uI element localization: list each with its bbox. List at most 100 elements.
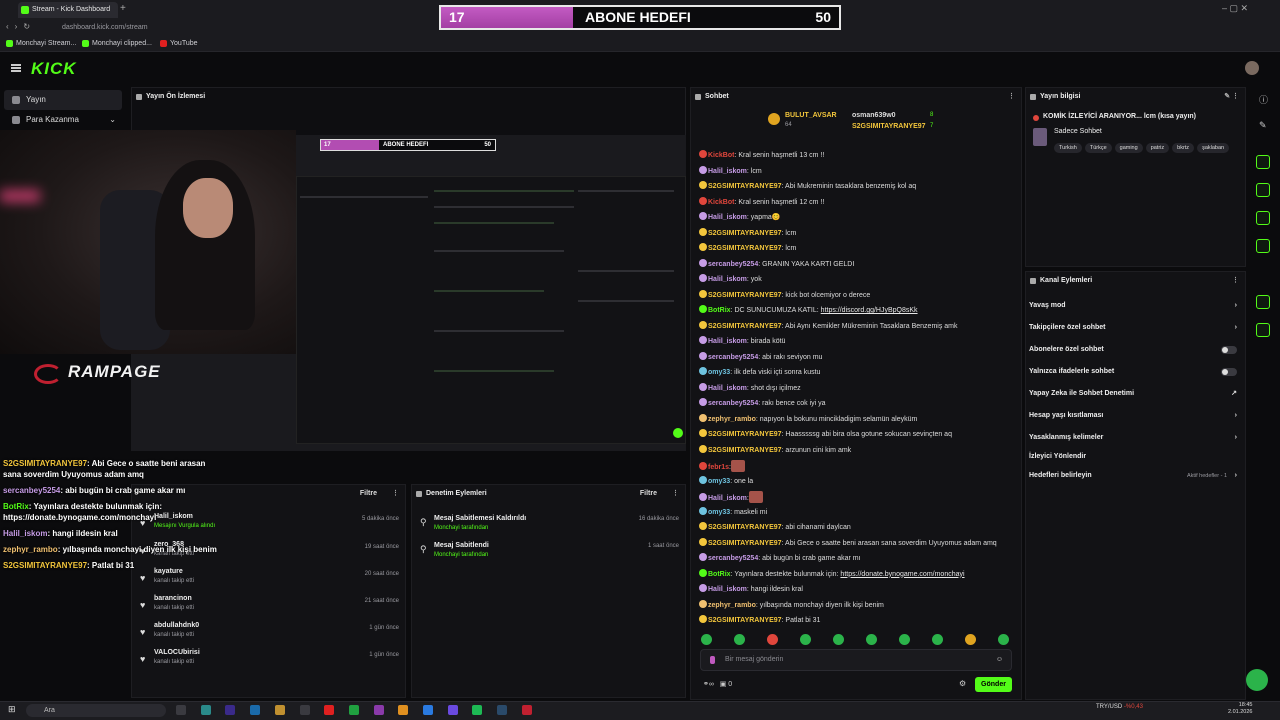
rail-button-chat[interactable] bbox=[1256, 239, 1270, 253]
rail-button-phone[interactable] bbox=[1256, 211, 1270, 225]
chat-username[interactable]: Halil_iskom bbox=[708, 168, 747, 175]
chat-username[interactable]: S2GSIMITAYRANYE97 bbox=[708, 183, 782, 190]
chat-username[interactable]: S2GSIMITAYRANYE97 bbox=[708, 323, 782, 330]
chat-username[interactable]: BotRix bbox=[708, 307, 731, 314]
nav-arrows-icon[interactable]: ‹›↻ bbox=[6, 22, 36, 31]
emote-icon[interactable] bbox=[899, 634, 910, 645]
channel-action-item[interactable]: Yapay Zeka ile Sohbet Denetimi ↗ bbox=[1029, 389, 1241, 399]
channel-action-item[interactable]: İzleyici Yönlendir bbox=[1029, 452, 1241, 462]
emoji-icon[interactable]: ☺ bbox=[996, 650, 1003, 670]
taskbar-clock[interactable]: 18:45 2.01.2026 bbox=[1228, 702, 1252, 716]
taskbar-app-icon[interactable] bbox=[274, 705, 285, 715]
filter-button[interactable]: Filtre bbox=[640, 485, 657, 503]
url-input[interactable]: dashboard.kick.com/stream bbox=[62, 22, 148, 34]
chat-username[interactable]: zephyr_rambo bbox=[708, 416, 756, 423]
sidebar-item-para-kazanma[interactable]: Para Kazanma ⌄ bbox=[4, 110, 122, 130]
chat-link[interactable]: https://donate.bynogame.com/monchayi bbox=[840, 571, 964, 578]
toggle-switch[interactable] bbox=[1221, 368, 1237, 376]
rail-button-bolt[interactable] bbox=[1256, 183, 1270, 197]
taskbar-app-icon[interactable] bbox=[324, 705, 335, 715]
emote-icon[interactable] bbox=[734, 634, 745, 645]
chat-username[interactable]: Halil_iskom bbox=[708, 214, 747, 221]
chat-username[interactable]: S2GSIMITAYRANYE97 bbox=[708, 431, 782, 438]
more-icon[interactable]: ⋮ bbox=[392, 485, 399, 503]
bookmark-item[interactable]: Monchayi clipped... bbox=[82, 40, 152, 48]
emote-icon[interactable] bbox=[833, 634, 844, 645]
browser-tab[interactable]: Stream - Kick Dashboard bbox=[18, 2, 118, 18]
rail-button-clip[interactable] bbox=[1256, 155, 1270, 169]
chat-username[interactable]: sercanbey5254 bbox=[708, 555, 758, 562]
more-icon[interactable]: ✎ ⋮ bbox=[1224, 88, 1239, 106]
emote-icon[interactable] bbox=[998, 634, 1009, 645]
taskbar-app-icon[interactable] bbox=[225, 705, 236, 715]
edit-icon[interactable]: ✎ bbox=[1259, 120, 1267, 131]
chat-username[interactable]: BotRix bbox=[708, 571, 731, 578]
chat-input[interactable]: Bir mesaj gönderin ☺ bbox=[700, 649, 1012, 671]
more-icon[interactable]: ⋮ bbox=[672, 485, 679, 503]
emote-icon[interactable] bbox=[800, 634, 811, 645]
taskbar-app-icon[interactable] bbox=[176, 705, 186, 715]
taskbar-app-icon[interactable] bbox=[348, 705, 359, 715]
emote-icon[interactable] bbox=[767, 634, 778, 645]
avatar[interactable] bbox=[1245, 61, 1259, 75]
send-button[interactable]: Gönder bbox=[975, 677, 1012, 692]
rail-button-tools[interactable] bbox=[1256, 323, 1270, 337]
bookmark-item[interactable]: YouTube bbox=[160, 40, 198, 48]
taskbar-search[interactable]: Ara bbox=[26, 704, 166, 717]
taskbar-app-icon[interactable] bbox=[497, 705, 508, 715]
taskbar-app-icon[interactable] bbox=[373, 705, 384, 715]
chat-username[interactable]: zephyr_rambo bbox=[708, 602, 756, 609]
chat-username[interactable]: sercanbey5254 bbox=[708, 400, 758, 407]
new-tab-button[interactable]: + bbox=[120, 3, 126, 14]
channel-action-item[interactable]: Hedefleri belirleyin › Aktif hedefler - 1 bbox=[1029, 471, 1241, 481]
chat-username[interactable]: KickBot bbox=[708, 199, 734, 206]
chat-username[interactable]: Halil_iskom bbox=[708, 586, 747, 593]
emote-icon[interactable] bbox=[965, 634, 976, 645]
channel-action-item[interactable]: Hesap yaşı kısıtlaması › bbox=[1029, 411, 1241, 421]
chat-username[interactable]: S2GSIMITAYRANYE97 bbox=[708, 292, 782, 299]
taskbar-app-icon[interactable] bbox=[200, 705, 211, 715]
chat-link[interactable]: https://discord.gg/HJyBpQ8sKk bbox=[821, 307, 918, 314]
windows-start-icon[interactable]: ⊞ bbox=[8, 704, 16, 715]
channel-action-item[interactable]: Takipçilere özel sohbet › bbox=[1029, 323, 1241, 333]
channel-action-item[interactable]: Abonelere özel sohbet bbox=[1029, 345, 1241, 355]
chat-username[interactable]: sercanbey5254 bbox=[708, 261, 758, 268]
rail-button-card[interactable] bbox=[1256, 295, 1270, 309]
taskbar-app-icon[interactable] bbox=[250, 705, 261, 715]
chat-username[interactable]: omy33 bbox=[708, 369, 730, 376]
chat-username[interactable]: Halil_iskom bbox=[708, 385, 747, 392]
emote-icon[interactable] bbox=[701, 634, 712, 645]
chat-username[interactable]: S2GSIMITAYRANYE97 bbox=[708, 447, 782, 454]
chat-username[interactable]: KickBot bbox=[708, 152, 734, 159]
chat-username[interactable]: S2GSIMITAYRANYE97 bbox=[708, 540, 782, 547]
chat-username[interactable]: S2GSIMITAYRANYE97 bbox=[708, 524, 782, 531]
settings-icon[interactable]: ⚙ bbox=[959, 679, 966, 688]
toggle-switch[interactable] bbox=[1221, 346, 1237, 354]
more-icon[interactable]: ⋮ bbox=[1232, 272, 1239, 290]
info-icon[interactable]: ⓘ bbox=[1259, 93, 1268, 106]
emote-icon[interactable] bbox=[866, 634, 877, 645]
emote-icon[interactable] bbox=[932, 634, 943, 645]
help-button[interactable] bbox=[1246, 669, 1268, 691]
filter-button[interactable]: Filtre bbox=[360, 485, 377, 503]
window-controls[interactable]: – ▢ ✕ bbox=[1222, 3, 1248, 14]
channel-action-item[interactable]: Yavaş mod › bbox=[1029, 301, 1241, 311]
chat-username[interactable]: S2GSIMITAYRANYE97 bbox=[708, 245, 782, 252]
taskbar-app-icon[interactable] bbox=[299, 705, 310, 715]
channel-action-item[interactable]: Yasaklanmış kelimeler › bbox=[1029, 433, 1241, 443]
taskbar-app-icon[interactable] bbox=[423, 705, 433, 715]
chat-username[interactable]: S2GSIMITAYRANYE97 bbox=[708, 617, 782, 624]
channel-action-item[interactable]: Yalnızca ifadelerle sohbet bbox=[1029, 367, 1241, 377]
bookmark-item[interactable]: Monchayi Stream... bbox=[6, 40, 76, 48]
emote-bar[interactable] bbox=[698, 634, 1016, 646]
taskbar-app-icon[interactable] bbox=[521, 705, 532, 715]
taskbar-app-icon[interactable] bbox=[472, 705, 483, 715]
chat-username[interactable]: omy33 bbox=[708, 478, 730, 485]
kick-logo[interactable]: KICK bbox=[31, 59, 77, 79]
chat-username[interactable]: Halil_iskom bbox=[708, 276, 747, 283]
chat-username[interactable]: omy33 bbox=[708, 509, 730, 516]
more-icon[interactable]: ⋮ bbox=[1008, 88, 1015, 106]
chat-username[interactable]: S2GSIMITAYRANYE97 bbox=[708, 230, 782, 237]
sidebar-item-yayin[interactable]: Yayın bbox=[4, 90, 122, 110]
menu-icon[interactable] bbox=[11, 64, 21, 72]
